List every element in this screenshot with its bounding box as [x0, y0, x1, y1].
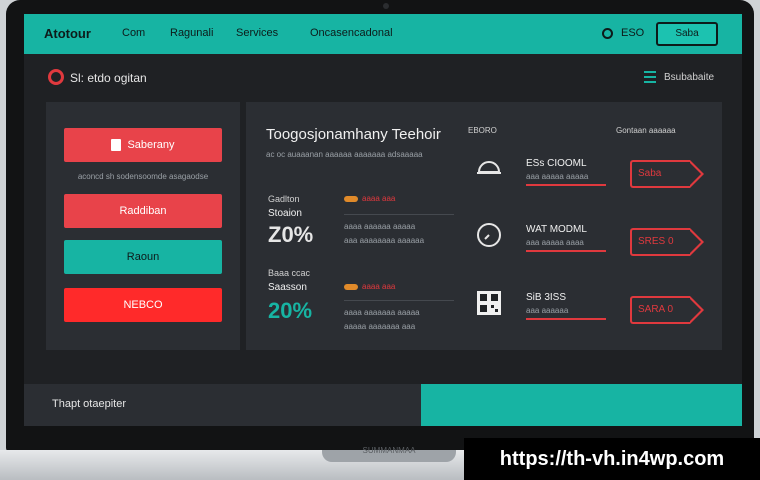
- item-1-subtitle: aaa aaaaa aaaaa: [526, 172, 589, 181]
- document-icon: [111, 139, 122, 152]
- nav-link-3[interactable]: Services: [236, 27, 278, 39]
- sidebar-caption: aconcd sh sodensoomde asagaodse: [77, 172, 209, 181]
- main-panel: Toogosjonamhany Teehoir ac oc auaaanan a…: [246, 102, 722, 350]
- row-1-label: Gadlton: [268, 194, 300, 204]
- item-2-rule: [526, 250, 606, 252]
- qr-icon: [477, 291, 501, 315]
- item-2-title: WAT MODML: [526, 224, 587, 235]
- pill-icon: [344, 195, 358, 202]
- row-1-detail-1: aaaa aaaaaa aaaaa: [344, 222, 416, 231]
- sidebar-button-4[interactable]: NEBCO: [64, 288, 222, 322]
- row-1-detail-2: aaa aaaaaaaa aaaaaa: [344, 236, 425, 245]
- divider: [344, 300, 454, 301]
- nav-link-1[interactable]: Com: [122, 27, 145, 39]
- nav-link-4[interactable]: Oncasencadonal: [310, 27, 393, 39]
- item-2-subtitle: aaa aaaaa aaaa: [526, 238, 584, 247]
- sidebar-button-1-label: Saberany: [127, 139, 175, 151]
- row-2-detail-1: aaaa aaaaaaa aaaaa: [344, 308, 420, 317]
- column-head-2: Gontaan aaaaaa: [616, 126, 676, 135]
- nav-link-2[interactable]: Ragunali: [170, 27, 213, 39]
- item-1-title: ESs CIOOML: [526, 158, 587, 169]
- menu-icon[interactable]: [644, 71, 656, 83]
- row-1-value: Z0%: [268, 222, 314, 247]
- sidebar-button-1[interactable]: Saberany: [64, 128, 222, 162]
- base-label: SUMMANMAA: [362, 446, 416, 455]
- clock-icon: [477, 223, 501, 247]
- row-2-detail-2: aaaaa aaaaaaa aaa: [344, 322, 416, 331]
- row-1-tag-label: aaaa aaa: [362, 194, 396, 203]
- globe-icon[interactable]: [602, 28, 613, 39]
- pill-icon: [344, 283, 358, 290]
- panel-subtitle: ac oc auaaanan aaaaaa aaaaaaa adsaaaaa: [266, 150, 423, 159]
- row-1-name: Stoaion: [268, 208, 302, 219]
- helmet-icon: [477, 161, 501, 174]
- menu-label[interactable]: Bsubabaite: [664, 72, 714, 83]
- row-2-label: Baaa ccac: [268, 268, 311, 278]
- item-1-rule: [526, 184, 606, 186]
- divider: [344, 214, 454, 215]
- sidebar-button-3[interactable]: Raoun: [64, 240, 222, 274]
- screen: Atotour Com Ragunali Services Oncasencad…: [24, 14, 742, 426]
- camera-icon: [383, 3, 389, 9]
- item-3-rule: [526, 318, 606, 320]
- column-head-1: EBORO: [468, 126, 497, 135]
- footer-text: Thapt otaepiter: [52, 398, 126, 410]
- item-3-price-tag[interactable]: SARA 0: [630, 296, 704, 324]
- top-nav: Atotour Com Ragunali Services Oncasencad…: [24, 14, 742, 54]
- row-1-tag: aaaa aaa: [344, 194, 395, 203]
- item-3-title: SiB 3ISS: [526, 292, 567, 303]
- row-2-tag: aaaa aaa: [344, 282, 395, 291]
- item-3-subtitle: aaa aaaaaa: [526, 306, 569, 315]
- row-2-tag-label: aaaa aaa: [362, 282, 396, 291]
- item-2-price-tag[interactable]: SRES 0: [630, 228, 704, 256]
- sidebar-button-2[interactable]: Raddiban: [64, 194, 222, 228]
- top-cta-button[interactable]: Saba: [656, 22, 718, 46]
- page-title: Sl: etdo ogitan: [70, 71, 147, 85]
- brand-logo[interactable]: Atotour: [44, 26, 91, 41]
- app-logo-icon: [48, 69, 64, 85]
- panel-title: Toogosjonamhany Teehoir: [266, 126, 441, 143]
- row-2-value: 20%: [268, 298, 313, 323]
- item-1-price-tag[interactable]: Saba: [630, 160, 704, 188]
- row-2-name: Saasson: [268, 282, 307, 293]
- watermark-url: https://th-vh.in4wp.com: [464, 438, 760, 480]
- footer-accent: [421, 384, 742, 426]
- left-panel: Saberany aconcd sh sodensoomde asagaodse…: [46, 102, 240, 350]
- language-selector[interactable]: ESO: [621, 27, 644, 39]
